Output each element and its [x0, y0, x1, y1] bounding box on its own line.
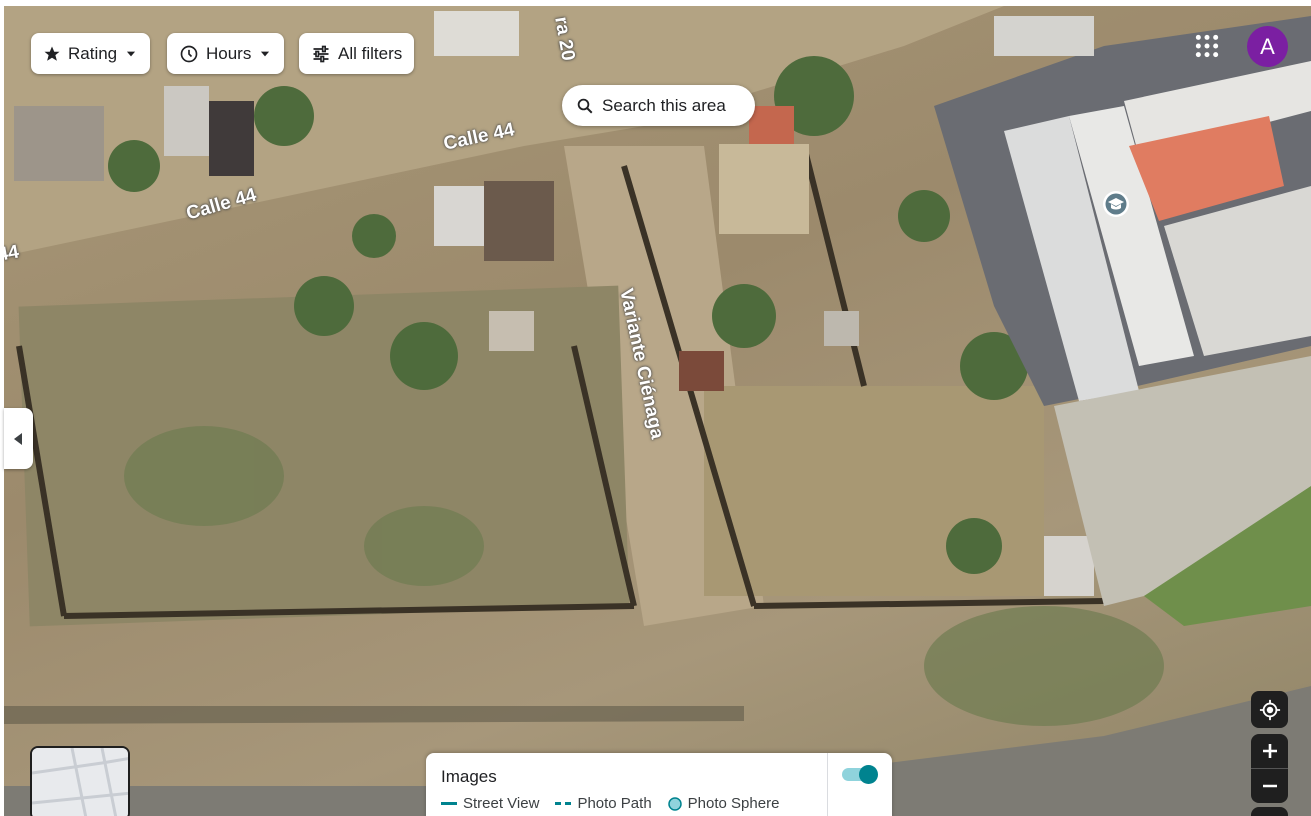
search-icon [577, 98, 593, 113]
legend-photo-sphere-label: Photo Sphere [687, 795, 780, 812]
filter-sliders-icon [313, 45, 329, 62]
pegman-button[interactable] [1251, 807, 1288, 816]
legend-street-view-label: Street View [463, 795, 540, 812]
solid-line-icon [441, 801, 457, 805]
photo-sphere-dot-icon [667, 796, 682, 811]
star-icon [44, 46, 60, 61]
satellite-map[interactable]: Calle 44 Calle 44 Variante Ciénaga ra 20… [4, 6, 1311, 816]
images-layer-panel: Images Street View Photo Path Photo Sphe… [426, 753, 892, 816]
apps-grid-icon[interactable] [1194, 33, 1220, 59]
chevron-down-icon [261, 51, 270, 56]
zoom-in-button[interactable] [1251, 734, 1288, 768]
dashed-line-icon [555, 801, 572, 805]
school-icon[interactable] [1102, 190, 1130, 220]
legend-photo-sphere: Photo Sphere [667, 795, 780, 812]
search-this-area-button[interactable]: Search this area [562, 85, 755, 126]
rating-filter-chip[interactable]: Rating [31, 33, 151, 74]
images-legend: Street View Photo Path Photo Sphere [441, 795, 779, 812]
chevron-left-icon [13, 432, 22, 445]
legend-photo-path-label: Photo Path [577, 795, 652, 812]
zoom-in-icon [1262, 744, 1277, 758]
zoom-controls [1251, 734, 1288, 803]
images-panel-divider [827, 753, 828, 816]
map-layer-preview [32, 748, 128, 816]
toggle-knob [859, 765, 878, 784]
zoom-out-icon [1262, 784, 1277, 788]
images-panel-title: Images [441, 767, 497, 786]
layers-toggle-thumbnail[interactable] [30, 746, 130, 816]
my-location-icon [1259, 699, 1280, 720]
chevron-down-icon [127, 51, 136, 56]
all-filters-label: All filters [338, 43, 403, 63]
hours-filter-label: Hours [206, 43, 252, 63]
images-layer-toggle[interactable] [842, 765, 880, 784]
clock-icon [180, 45, 198, 62]
rating-filter-label: Rating [68, 43, 118, 63]
account-avatar[interactable]: A [1247, 26, 1288, 67]
search-this-area-label: Search this area [602, 95, 726, 115]
all-filters-chip[interactable]: All filters [299, 33, 415, 74]
zoom-out-button[interactable] [1251, 769, 1288, 803]
hours-filter-chip[interactable]: Hours [167, 33, 285, 74]
legend-photo-path: Photo Path [555, 795, 652, 812]
my-location-button[interactable] [1251, 691, 1288, 728]
legend-street-view: Street View [441, 795, 539, 812]
collapse-side-panel-button[interactable] [4, 408, 33, 469]
